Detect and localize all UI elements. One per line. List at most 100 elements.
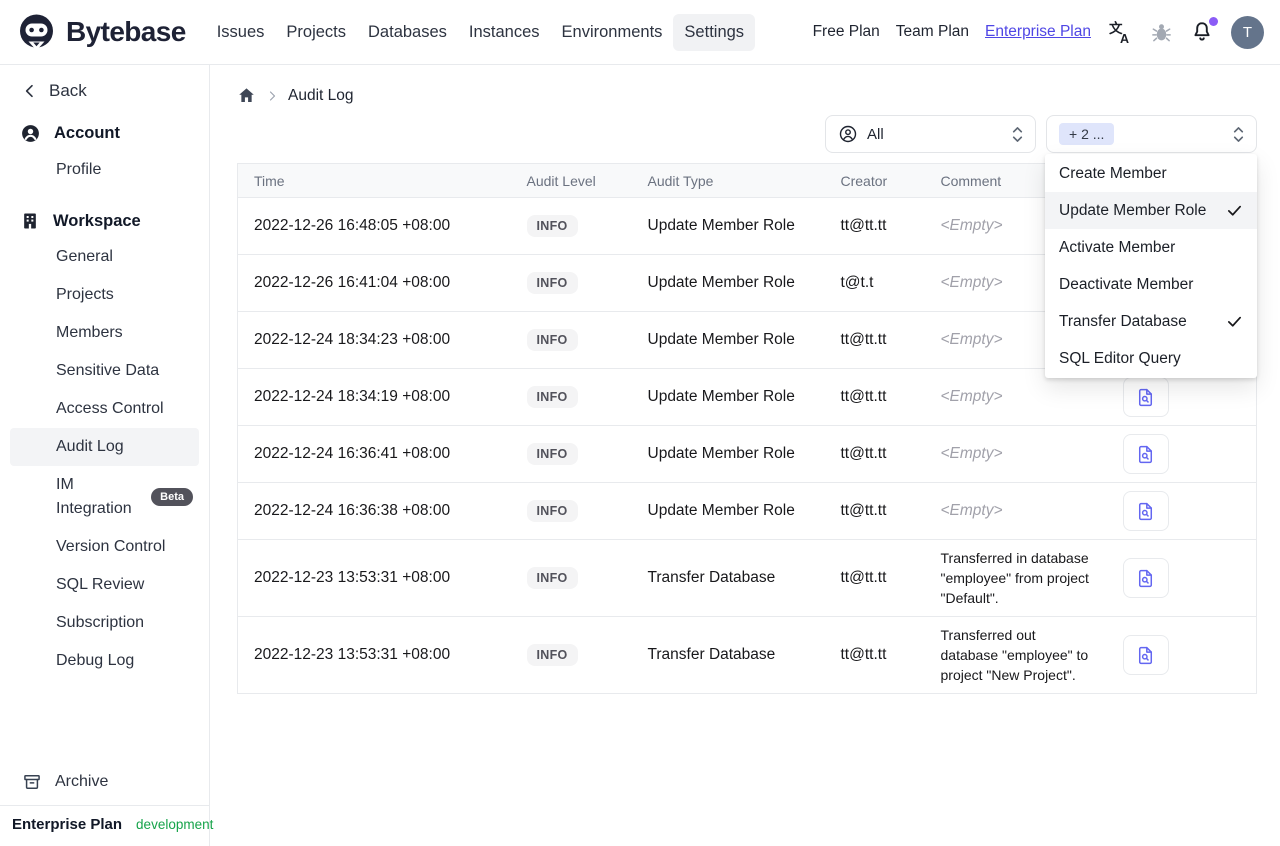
column-header-audit-level: Audit Level [526,163,648,198]
column-header-creator: Creator [840,163,941,198]
nav-menu-item[interactable]: Databases [357,14,458,51]
comment-text: Transferred in database "employee" from … [940,550,1089,606]
comment-text: <Empty> [940,445,1003,462]
view-detail-button[interactable] [1122,491,1169,531]
section-title: Workspace [53,211,141,230]
archive-button[interactable]: Archive [0,762,209,805]
cell-actions [1110,482,1257,540]
sidebar-item[interactable]: SQL Review [10,566,199,604]
nav-menu-item[interactable]: Settings [673,13,756,51]
sidebar-item-label: Sensitive Data [56,362,160,379]
nav-menu-item[interactable]: Issues [206,14,276,51]
cell-time: 2022-12-24 18:34:23 +08:00 [237,311,527,369]
audit-level-badge: INFO [526,215,578,237]
cell-creator: tt@tt.tt [840,539,941,617]
menu-item-label: Update Member Role [1059,202,1207,219]
cell-creator: tt@tt.tt [840,482,941,540]
sidebar-item[interactable]: Audit Log [10,428,199,466]
plan-link[interactable]: Team Plan [896,23,969,41]
plan-link[interactable]: Enterprise Plan [985,23,1091,41]
table-row: 2022-12-24 16:36:41 +08:00 INFO Update M… [237,425,1257,483]
sidebar-item[interactable]: Subscription [10,604,199,642]
user-circle-outline-icon [839,125,857,143]
building-icon [24,213,36,229]
audit-type-filter-select[interactable]: + 2 ... [1046,115,1257,153]
sidebar-item[interactable]: Version Control [10,528,199,566]
audit-type-menu-item[interactable]: Create Member [1045,155,1257,192]
comment-text: Transferred out database "employee" to p… [940,627,1089,683]
sidebar-item-label: Subscription [56,614,145,631]
sidebar-item[interactable]: Debug Log [10,642,199,680]
notification-dot [1209,17,1218,26]
audit-level-badge: INFO [526,386,578,408]
audit-type-menu-item[interactable]: Deactivate Member [1045,266,1257,303]
sidebar-item-label: IM Integration [56,476,132,517]
table-row: 2022-12-23 13:53:31 +08:00 INFO Transfer… [237,539,1257,617]
view-detail-button[interactable] [1122,434,1169,474]
sidebar-item[interactable]: IM Integration Beta [10,466,199,528]
plan-link[interactable]: Free Plan [813,23,880,41]
cell-time: 2022-12-26 16:48:05 +08:00 [237,197,527,255]
account-items: Profile [0,151,209,189]
sidebar-item[interactable]: Sensitive Data [10,352,199,390]
sidebar-item[interactable]: Projects [10,276,199,314]
bytebase-logo[interactable]: Bytebase [16,12,186,53]
nav-menu-item[interactable]: Instances [458,14,551,51]
menu-item-label: Create Member [1059,165,1167,182]
comment-text: <Empty> [940,388,1003,405]
file-search-icon [1138,388,1153,406]
account-section-header: Account [0,116,209,151]
home-icon[interactable] [237,86,256,105]
sidebar-item-label: Audit Log [56,438,124,455]
table-row: 2022-12-24 16:36:38 +08:00 INFO Update M… [237,482,1257,540]
check-icon [1226,313,1243,330]
environment-label: development [136,817,214,832]
audit-type-menu-item[interactable]: SQL Editor Query [1045,340,1257,377]
cell-time: 2022-12-26 16:41:04 +08:00 [237,254,527,312]
bug-icon[interactable] [1150,21,1173,44]
cell-creator: tt@tt.tt [840,197,941,255]
user-avatar[interactable]: T [1231,15,1264,49]
column-header-audit-type: Audit Type [647,163,841,198]
translate-icon[interactable]: 文 A [1108,20,1133,45]
sidebar-bottom: Archive Enterprise Plan development [0,762,213,846]
cell-comment: <Empty> [940,482,1111,540]
cell-comment: Transferred out database "employee" to p… [940,616,1111,694]
view-detail-button[interactable] [1122,635,1169,675]
cell-audit-level: INFO [526,254,648,312]
cell-audit-level: INFO [526,197,648,255]
breadcrumb: Audit Log [237,86,1257,105]
audit-type-menu-item[interactable]: Activate Member [1045,229,1257,266]
check-icon [1226,202,1243,219]
archive-box-icon [24,775,40,789]
view-detail-button[interactable] [1122,558,1169,598]
notifications-bell-icon[interactable] [1190,17,1218,44]
sidebar-item[interactable]: Profile [10,151,199,189]
nav-menu-item[interactable]: Projects [275,14,357,51]
section-title: Account [54,124,120,142]
cell-audit-level: INFO [526,539,648,617]
sidebar-item[interactable]: Members [10,314,199,352]
view-detail-button[interactable] [1122,377,1169,417]
sidebar-item[interactable]: General [10,238,199,276]
nav-menu-item[interactable]: Environments [551,14,674,51]
cell-audit-type: Transfer Database [647,616,841,694]
audit-type-menu-item[interactable]: Update Member Role [1045,192,1257,229]
back-button[interactable]: Back [0,65,209,101]
sidebar-item[interactable]: Access Control [10,390,199,428]
audit-level-badge: INFO [526,329,578,351]
audit-type-menu-item[interactable]: Transfer Database [1045,303,1257,340]
menu-item-label: SQL Editor Query [1059,350,1181,367]
cell-audit-type: Update Member Role [647,197,841,255]
sidebar-item-label: Debug Log [56,652,135,669]
settings-sidebar: Back Account Profile Workspace General P… [0,65,213,846]
creator-filter-select[interactable]: All [825,115,1036,153]
svg-text:A: A [1120,32,1129,45]
cell-audit-level: INFO [526,368,648,426]
cell-comment: <Empty> [940,425,1111,483]
workspace-items: General Projects Members Sensitive Data [0,238,209,680]
brand-name: Bytebase [66,16,186,47]
cell-actions [1110,616,1257,694]
cell-creator: tt@tt.tt [840,311,941,369]
file-search-icon [1138,445,1153,463]
